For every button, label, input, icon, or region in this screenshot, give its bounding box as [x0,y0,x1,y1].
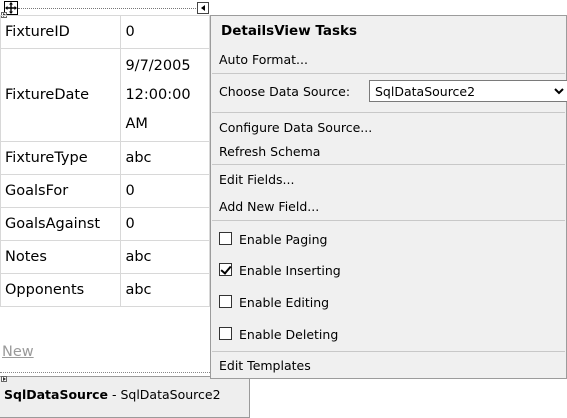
separator [212,112,565,113]
data-source-separator: - [108,387,121,402]
edit-fields-link[interactable]: Edit Fields... [219,172,294,187]
enable-deleting-checkbox[interactable] [219,327,232,340]
field-value: 9/7/2005 12:00:00 AM [120,48,210,142]
enable-inserting-label: Enable Inserting [239,263,341,278]
field-value: abc [120,240,210,274]
field-value-line: 9/7/2005 [125,57,191,74]
separator [212,164,565,165]
add-new-field-link[interactable]: Add New Field... [219,199,319,214]
refresh-schema-link[interactable]: Refresh Schema [219,144,320,159]
field-name: Opponents [0,273,122,307]
separator [212,73,565,74]
data-source-id: SqlDataSource2 [120,387,221,402]
field-name: FixtureDate [0,48,122,142]
smart-tag-icon[interactable] [197,2,209,14]
table-row: FixtureType abc [0,141,210,175]
enable-editing-option[interactable]: Enable Editing [211,293,566,313]
data-source-select-value: SqlDataSource2 [375,84,476,99]
enable-paging-label: Enable Paging [239,232,328,247]
table-row: Notes abc [0,240,210,274]
table-row: FixtureID 0 [0,15,210,49]
enable-paging-option[interactable]: Enable Paging [211,230,566,250]
field-value: 0 [120,207,210,241]
field-value: abc [120,273,210,307]
details-view-control[interactable]: FixtureID 0 FixtureDate 9/7/2005 12:00:0… [0,0,210,376]
table-row: GoalsFor 0 [0,174,210,208]
enable-editing-label: Enable Editing [239,295,330,310]
field-name: GoalsAgainst [0,207,122,241]
configure-data-source-link[interactable]: Configure Data Source... [219,120,372,135]
enable-inserting-option[interactable]: Enable Inserting [211,261,566,281]
field-name: Notes [0,240,122,274]
field-name: GoalsFor [0,174,122,208]
auto-format-link[interactable]: Auto Format... [219,52,308,67]
data-source-select[interactable]: SqlDataSource2 [369,80,567,102]
field-value-line: AM [125,115,148,132]
table-row: GoalsAgainst 0 [0,207,210,241]
field-value-line: 12:00:00 [125,86,191,103]
table-row: Opponents abc [0,273,210,307]
data-source-type: SqlDataSource [4,387,108,402]
selection-border [0,372,210,373]
enable-deleting-option[interactable]: Enable Deleting [211,325,566,345]
selection-border [18,8,200,9]
field-value: 0 [120,174,210,208]
choose-data-source-label: Choose Data Source: [219,84,351,99]
table-row: FixtureDate 9/7/2005 12:00:00 AM [0,48,210,142]
details-view-grid: FixtureID 0 FixtureDate 9/7/2005 12:00:0… [0,15,210,307]
enable-inserting-checkbox[interactable] [219,263,232,276]
field-name: FixtureID [0,15,122,49]
enable-editing-checkbox[interactable] [219,295,232,308]
edit-templates-link[interactable]: Edit Templates [219,358,311,373]
enable-deleting-label: Enable Deleting [239,327,339,342]
field-name: FixtureType [0,141,122,175]
chevron-down-icon [554,88,564,95]
details-view-tasks-panel: DetailsView Tasks Auto Format... Choose … [210,15,567,379]
separator [212,351,565,352]
expander-icon [1,376,7,382]
separator [212,220,565,221]
sql-data-source-control[interactable]: SqlDataSource - SqlDataSource2 [0,376,250,418]
new-link[interactable]: New [2,344,34,360]
field-value: abc [120,141,210,175]
enable-paging-checkbox[interactable] [219,232,232,245]
field-value: 0 [120,15,210,49]
panel-title: DetailsView Tasks [221,23,358,39]
